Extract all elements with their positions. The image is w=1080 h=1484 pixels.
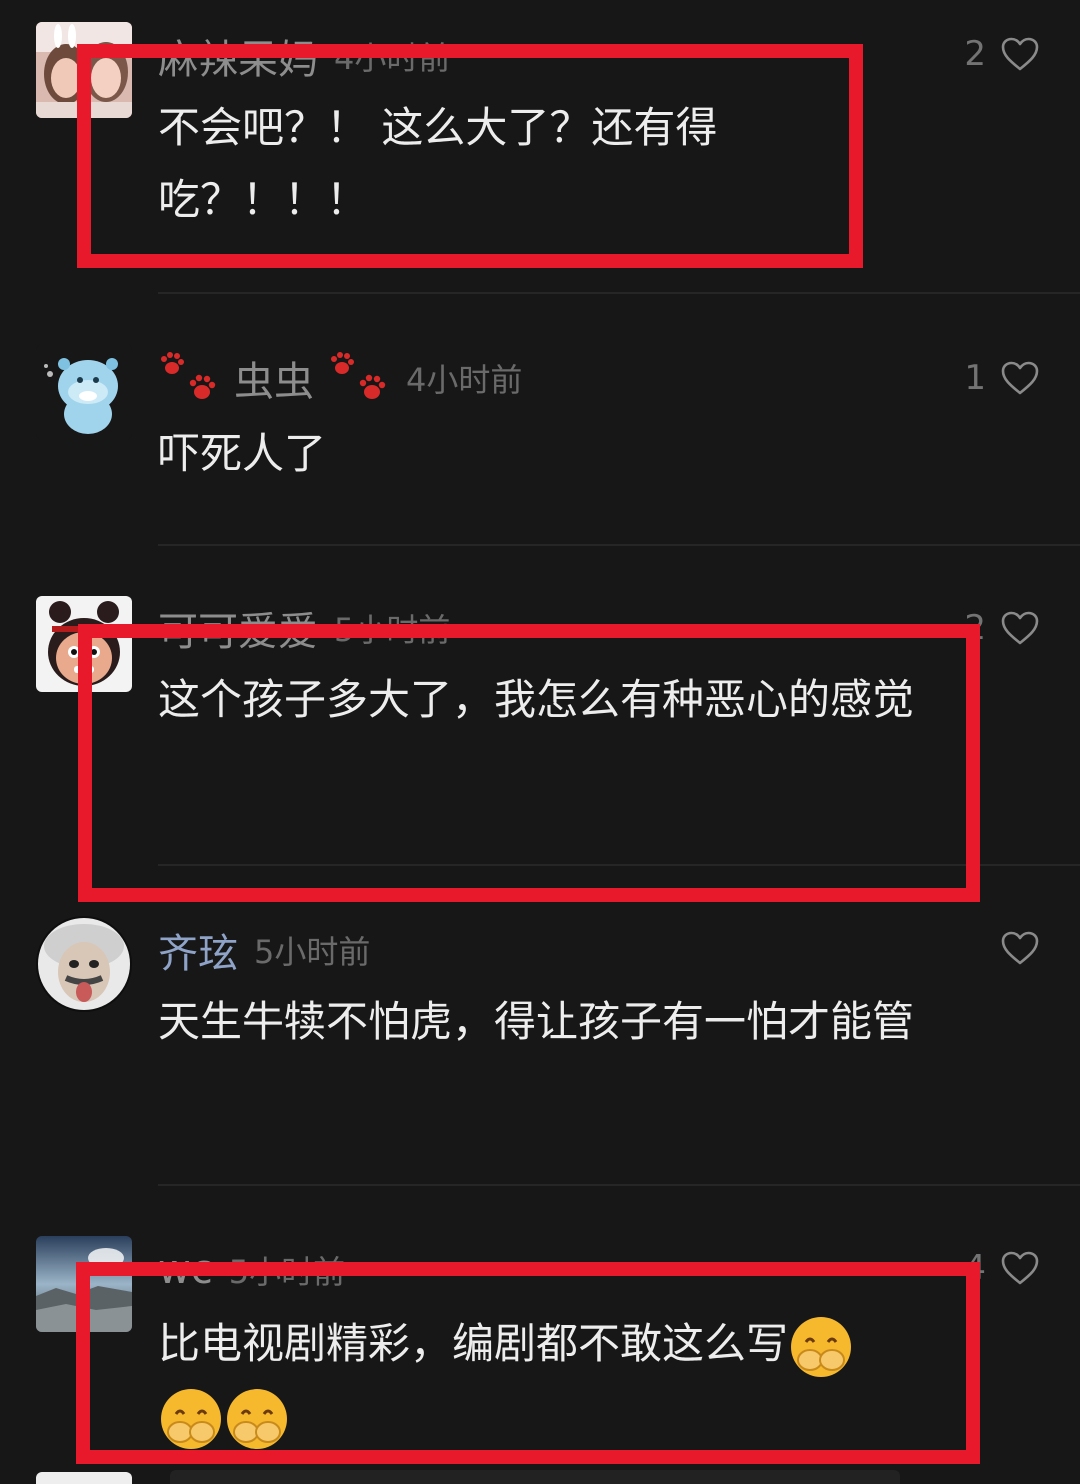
comment-time: 5小时前	[254, 933, 371, 971]
divider	[170, 1470, 900, 1484]
comment-list: 麻辣果妈 4小时前 不会吧？！ 这么大了？还有得吃？！！！ 2 虫虫 4小时前 …	[0, 0, 1080, 1484]
comment-item: 虫虫 4小时前 吓死人了 1	[0, 294, 1080, 546]
highlight-box	[76, 1262, 980, 1464]
like-count: 2	[964, 34, 986, 74]
paw-prints-icon	[158, 350, 220, 406]
heart-outline-icon	[1001, 931, 1039, 965]
avatar[interactable]	[36, 344, 132, 440]
heart-outline-icon	[1001, 361, 1039, 395]
highlight-box	[77, 44, 863, 268]
avatar[interactable]	[36, 1472, 132, 1484]
heart-outline-icon	[1001, 1251, 1039, 1285]
username[interactable]: 虫虫	[234, 349, 314, 407]
like-button[interactable]: 1	[940, 350, 1040, 406]
like-button[interactable]: 2	[940, 26, 1040, 82]
heart-outline-icon	[1001, 611, 1039, 645]
paw-prints-icon	[328, 350, 390, 406]
username[interactable]: 齐玹	[158, 921, 238, 979]
comment-text[interactable]: 吓死人了	[158, 418, 938, 490]
highlight-box	[78, 624, 980, 902]
comment-time: 4小时前	[406, 361, 523, 399]
avatar[interactable]	[36, 916, 132, 1012]
comment-text[interactable]: 天生牛犊不怕虎，得让孩子有一怕才能管	[158, 986, 938, 1058]
like-count: 1	[964, 358, 986, 398]
like-button[interactable]	[940, 920, 1040, 976]
comment-item: 齐玹 5小时前 天生牛犊不怕虎，得让孩子有一怕才能管	[0, 866, 1080, 1186]
heart-outline-icon	[1001, 37, 1039, 71]
